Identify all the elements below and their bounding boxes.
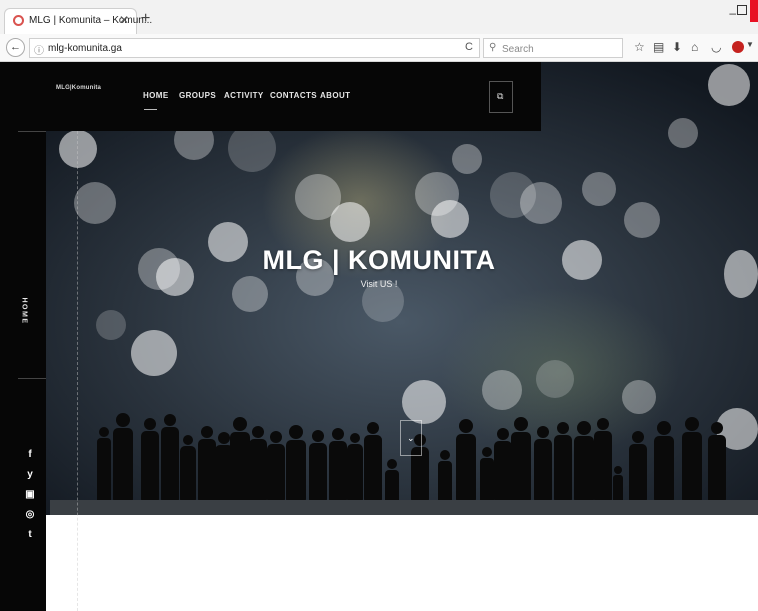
bookmark-star-icon[interactable]: ☆ xyxy=(634,40,645,54)
back-button[interactable]: ← xyxy=(6,38,25,57)
scroll-down-button[interactable]: ⌄ xyxy=(400,420,422,456)
tumblr-icon[interactable]: t xyxy=(23,529,37,540)
menu-about[interactable]: ABOUT xyxy=(320,91,350,100)
url-text[interactable]: mlg-komunita.ga xyxy=(48,43,122,54)
facebook-icon[interactable]: f xyxy=(23,449,37,460)
hero-title: MLG | KOMUNITA xyxy=(262,245,496,275)
divider xyxy=(18,131,46,132)
search-input[interactable] xyxy=(500,41,622,57)
hero-subtitle[interactable]: Visit US ! xyxy=(0,279,758,289)
address-bar[interactable]: ⓘ mlg-komunita.ga C xyxy=(29,38,480,58)
site-header: MLG|Komunita HOME GROUPS ACTIVITY CONTAC… xyxy=(0,62,541,131)
toggle-icon: ⧉ xyxy=(497,91,504,101)
menu-activity[interactable]: ACTIVITY xyxy=(224,91,264,100)
dotted-guide-line xyxy=(77,131,78,611)
close-tab-icon[interactable]: ✕ xyxy=(119,13,129,27)
menu-home[interactable]: HOME xyxy=(143,91,169,100)
site-logo[interactable]: MLG|Komunita xyxy=(56,85,101,91)
search-box[interactable]: ⚲ xyxy=(483,38,623,58)
menu-toggle-button[interactable]: ⧉ xyxy=(489,81,513,113)
search-icon: ⚲ xyxy=(489,42,497,53)
chevron-down-icon: ⌄ xyxy=(407,433,415,443)
pocket-icon[interactable]: ◡ xyxy=(711,40,721,54)
reload-button[interactable]: C xyxy=(465,41,473,53)
pinterest-icon[interactable]: ◎ xyxy=(23,509,37,520)
adblock-icon[interactable] xyxy=(732,41,744,53)
download-icon[interactable]: ⬇ xyxy=(672,40,682,54)
menu-contacts[interactable]: CONTACTS xyxy=(270,91,317,100)
divider xyxy=(18,378,46,379)
window-close-button[interactable] xyxy=(750,0,758,22)
web-page: MLG | KOMUNITA Visit US ! ⌄ MLG|Komunita… xyxy=(0,62,758,611)
info-icon[interactable]: ⓘ xyxy=(34,42,44,57)
side-panel: HOME f y ▣ ◎ t xyxy=(0,131,46,611)
reading-list-icon[interactable]: ▤ xyxy=(653,40,664,54)
new-tab-button[interactable]: + xyxy=(141,10,150,28)
chevron-down-icon[interactable]: ▼ xyxy=(746,40,754,49)
browser-tab[interactable]: MLG | Komunita – Komun... ✕ xyxy=(4,8,152,34)
maximize-button[interactable] xyxy=(737,5,747,15)
linkedin-icon[interactable]: ▣ xyxy=(23,489,37,500)
menu-groups[interactable]: GROUPS xyxy=(179,91,216,100)
side-section-label: HOME xyxy=(20,297,28,325)
favicon-icon xyxy=(13,15,24,26)
ground-strip xyxy=(50,500,758,515)
browser-tab-bar: MLG | Komunita – Komun... ✕ + – xyxy=(0,0,758,34)
home-icon[interactable]: ⌂ xyxy=(691,40,698,54)
active-menu-underline xyxy=(144,109,157,110)
tab-title: MLG | Komunita – Komun... xyxy=(29,15,153,26)
minimize-button[interactable]: – xyxy=(729,6,736,20)
twitter-icon[interactable]: y xyxy=(23,469,37,480)
browser-toolbar: ← ⓘ mlg-komunita.ga C ⚲ ☆ ▤ ⬇ ⌂ ◡ ▼ xyxy=(0,34,758,62)
